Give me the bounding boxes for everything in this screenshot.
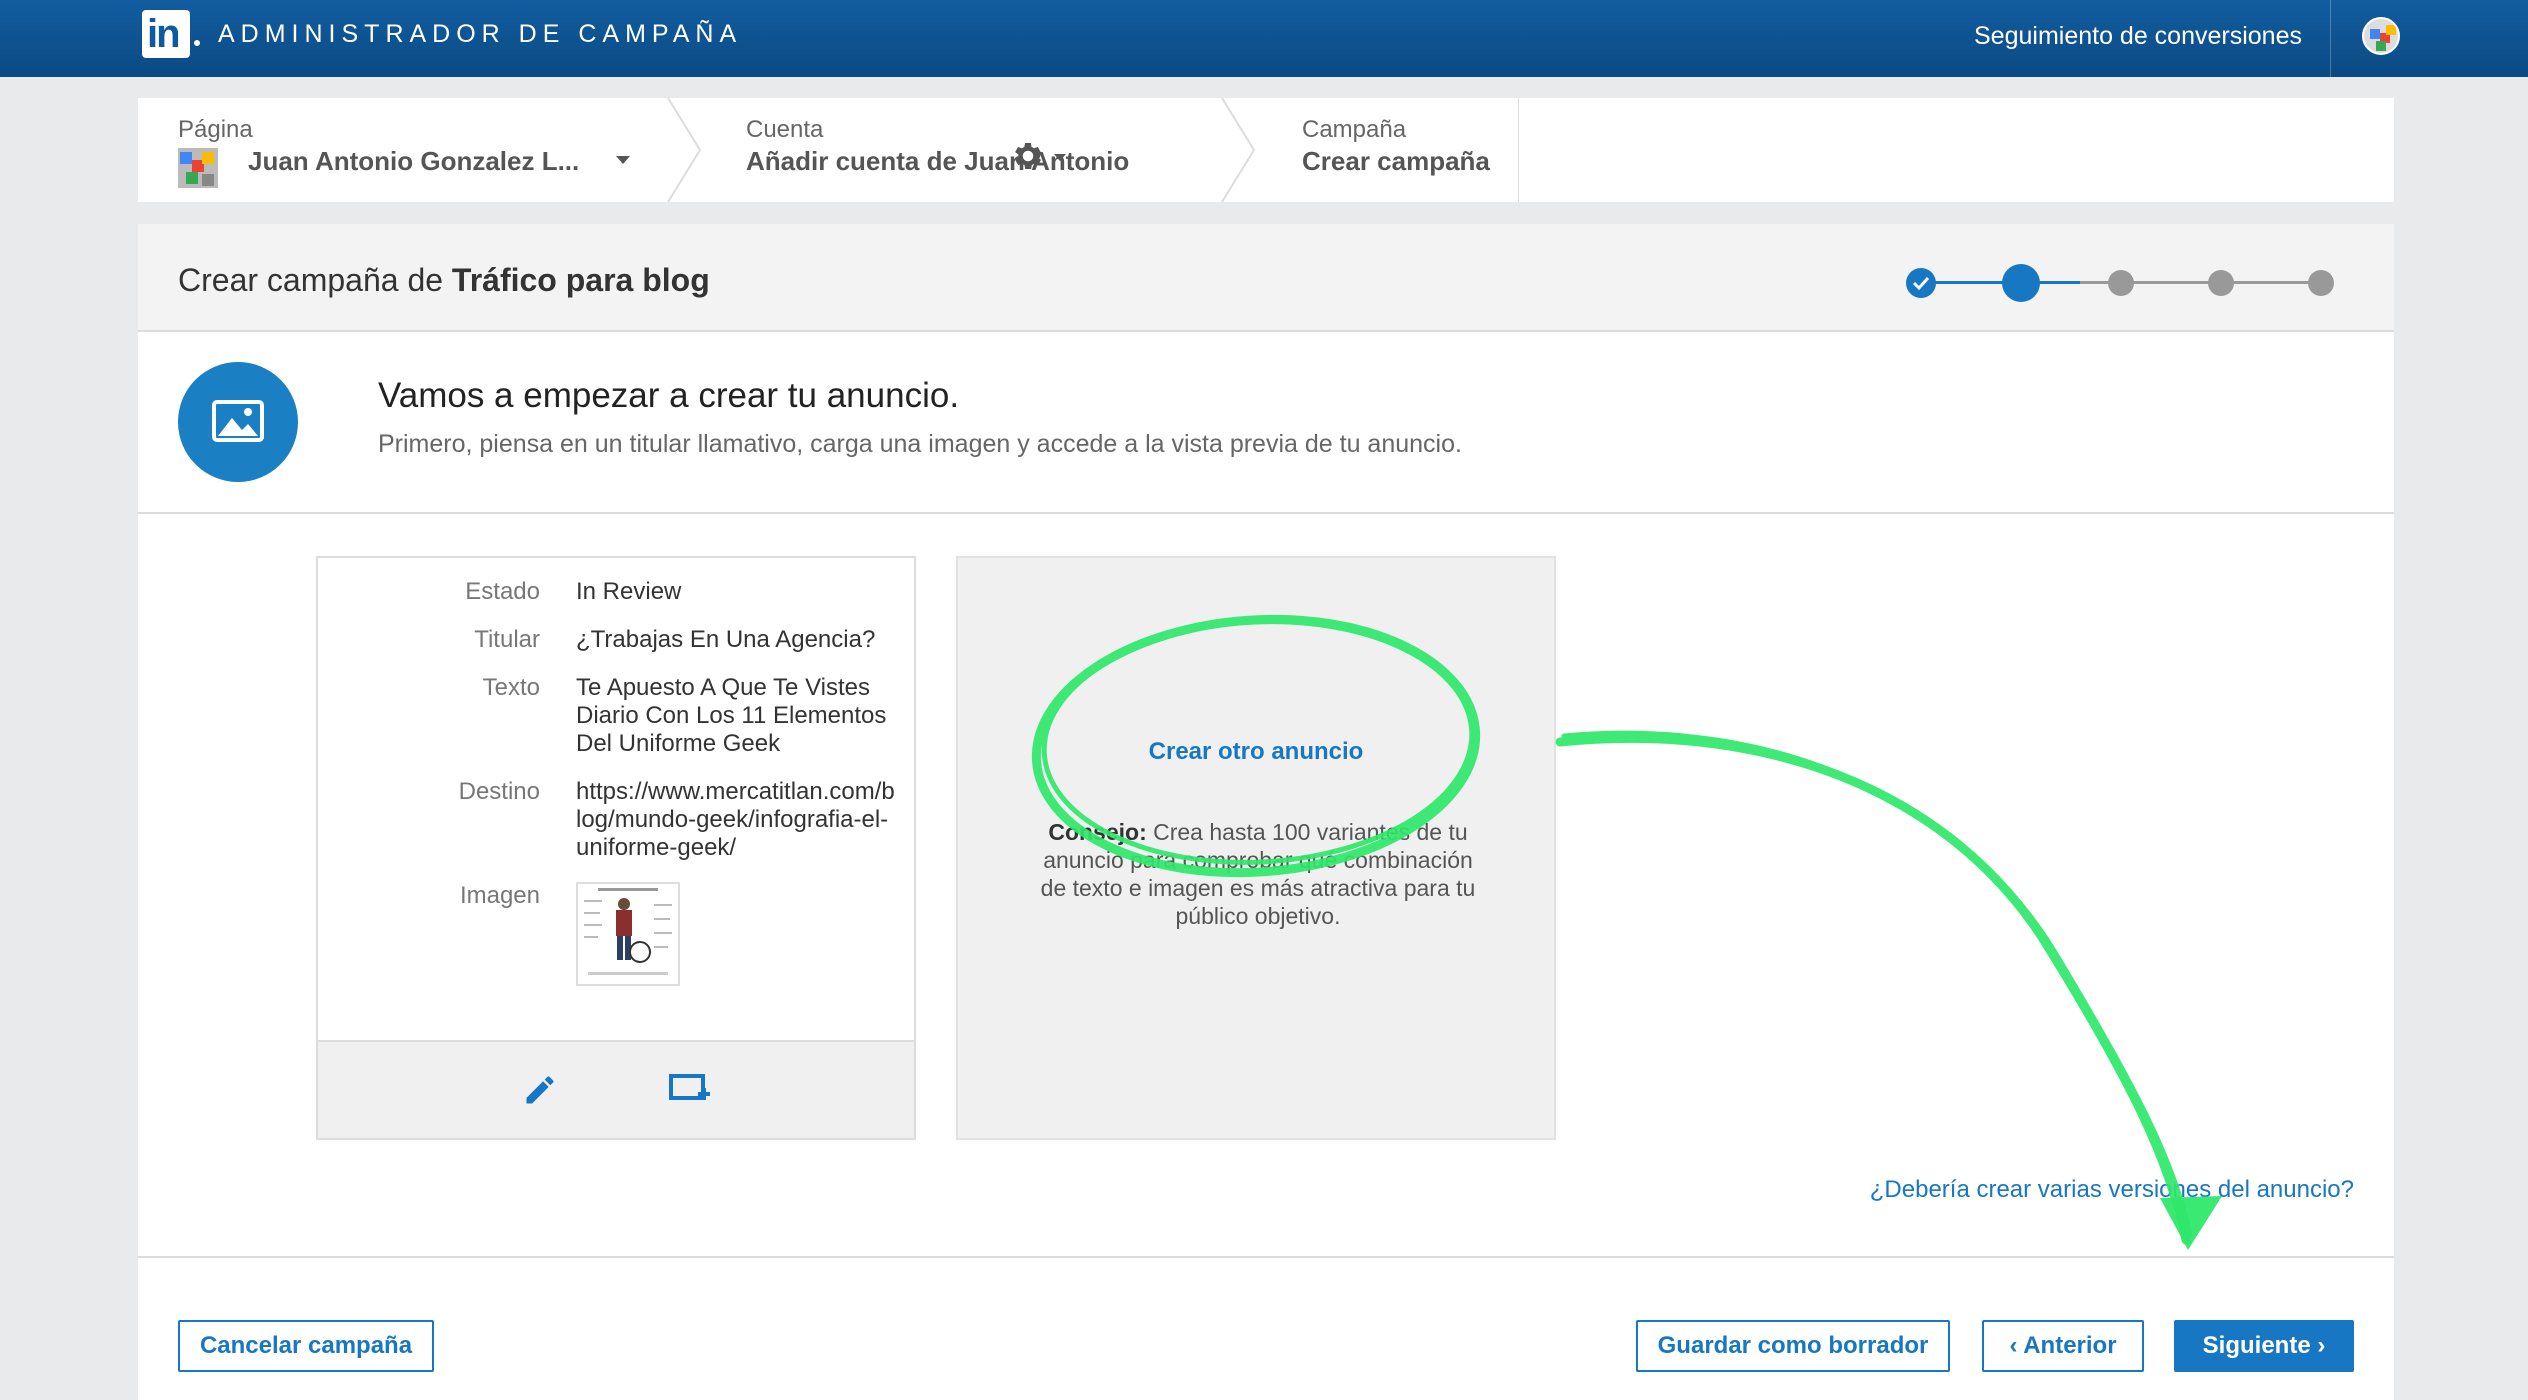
breadcrumb-end-divider [1518, 98, 1519, 202]
step-5[interactable] [2308, 270, 2334, 296]
status-label: Estado [465, 578, 540, 605]
intro-heading: Vamos a empezar a crear tu anuncio. [378, 376, 960, 415]
destination-label: Destino [458, 778, 540, 805]
title-prefix: Crear campaña de [178, 262, 452, 298]
intro-subtext: Primero, piensa en un titular llamativo,… [378, 430, 1462, 458]
destination-value: https://www.mercatitlan.com/blog/mundo-g… [576, 778, 895, 861]
text-value: Te Apuesto A Que Te Vistes Diario Con Lo… [576, 674, 887, 757]
headline-label: Titular [474, 626, 540, 653]
next-button[interactable]: Siguiente › [2174, 1320, 2354, 1372]
check-icon [1912, 276, 1930, 291]
tip-label: Consejo: [1048, 819, 1147, 845]
page-title: Crear campaña de Tráfico para blog [178, 262, 710, 299]
breadcrumb-page-value: Juan Antonio Gonzalez L... [248, 146, 580, 176]
top-navigation-bar: in ADMINISTRADOR DE CAMPAÑA Seguimiento … [0, 0, 2528, 77]
step-4[interactable] [2208, 270, 2234, 296]
thumb-pixel [202, 174, 214, 186]
breadcrumb-campaign: Campaña Crear campaña [1258, 98, 1518, 202]
app-title: ADMINISTRADOR DE CAMPAÑA [218, 20, 743, 48]
breadcrumb-page[interactable]: Página Juan Antonio Gonzalez L... [138, 98, 658, 202]
page-thumbnail [178, 148, 218, 188]
pencil-edit-icon[interactable] [522, 1072, 558, 1108]
footer-divider [138, 1256, 2394, 1258]
tip-text: Consejo: Crea hasta 100 variantes de tu … [1038, 818, 1478, 930]
status-value: In Review [576, 578, 682, 605]
thumb-pixel [202, 152, 214, 164]
breadcrumb-separator [1221, 98, 1256, 202]
avatar-pixel [2370, 29, 2380, 39]
campaign-card: Crear campaña de Tráfico para blog Vamos… [138, 224, 2394, 1400]
breadcrumb-campaign-value: Crear campaña [1302, 146, 1490, 176]
intro-section: Vamos a empezar a crear tu anuncio. Prim… [138, 332, 2394, 514]
avatar-pixel [2376, 41, 2386, 51]
linkedin-logo[interactable]: in [142, 10, 190, 58]
breadcrumb-account-value: Añadir cuenta de Juan Antonio [746, 146, 1130, 176]
create-ad-panel: Crear otro anuncio Consejo: Crea hasta 1… [956, 556, 1556, 1140]
breadcrumb-page-label: Página [178, 116, 253, 143]
chevron-down-icon[interactable] [1054, 154, 1066, 161]
headline-value: ¿Trabajas En Una Agencia? [576, 626, 876, 653]
image-label: Imagen [459, 882, 540, 909]
ad-image-thumbnail[interactable] [576, 882, 680, 986]
ad-versions-help-link[interactable]: ¿Debería crear varias versiones del anun… [1870, 1176, 2354, 1204]
previous-button[interactable]: ‹ Anterior [1982, 1320, 2144, 1372]
step-2-current[interactable] [2002, 264, 2040, 302]
card-header: Crear campaña de Tráfico para blog [138, 224, 2394, 332]
logo-text: in [147, 12, 181, 56]
save-draft-button[interactable]: Guardar como borrador [1636, 1320, 1950, 1372]
logo-trademark-dot [194, 40, 200, 46]
ad-actions-bar [318, 1040, 914, 1138]
picture-glyph [212, 400, 264, 442]
cancel-campaign-button[interactable]: Cancelar campaña [178, 1320, 434, 1372]
step-1-completed[interactable] [1906, 268, 1936, 298]
conversion-tracking-link[interactable]: Seguimiento de conversiones [1974, 22, 2302, 51]
image-icon [178, 362, 298, 482]
breadcrumb: Página Juan Antonio Gonzalez L... Cuenta… [138, 98, 2394, 202]
avatar-pixel [2386, 25, 2396, 35]
breadcrumb-account[interactable]: Cuenta Añadir cuenta de Juan Antonio [698, 98, 1238, 202]
breadcrumb-account-label: Cuenta [746, 116, 824, 143]
text-label: Texto [482, 674, 540, 701]
create-another-ad-link[interactable]: Crear otro anuncio [958, 738, 1554, 766]
ad-details-panel: Estado In Review Titular ¿Trabajas En Un… [316, 556, 916, 1140]
thumb-pixel [186, 172, 198, 184]
infographic-thumbnail [578, 884, 678, 984]
thumb-pixel [180, 152, 192, 164]
gear-icon[interactable] [1010, 138, 1046, 174]
header-divider [2330, 0, 2331, 77]
duplicate-ad-icon[interactable] [668, 1070, 712, 1110]
progress-stepper [1904, 264, 2344, 302]
breadcrumb-campaign-label: Campaña [1302, 116, 1407, 143]
chevron-down-icon[interactable] [616, 156, 630, 164]
user-avatar[interactable] [2362, 17, 2400, 55]
campaign-name: Tráfico para blog [451, 262, 710, 298]
step-3[interactable] [2108, 270, 2134, 296]
